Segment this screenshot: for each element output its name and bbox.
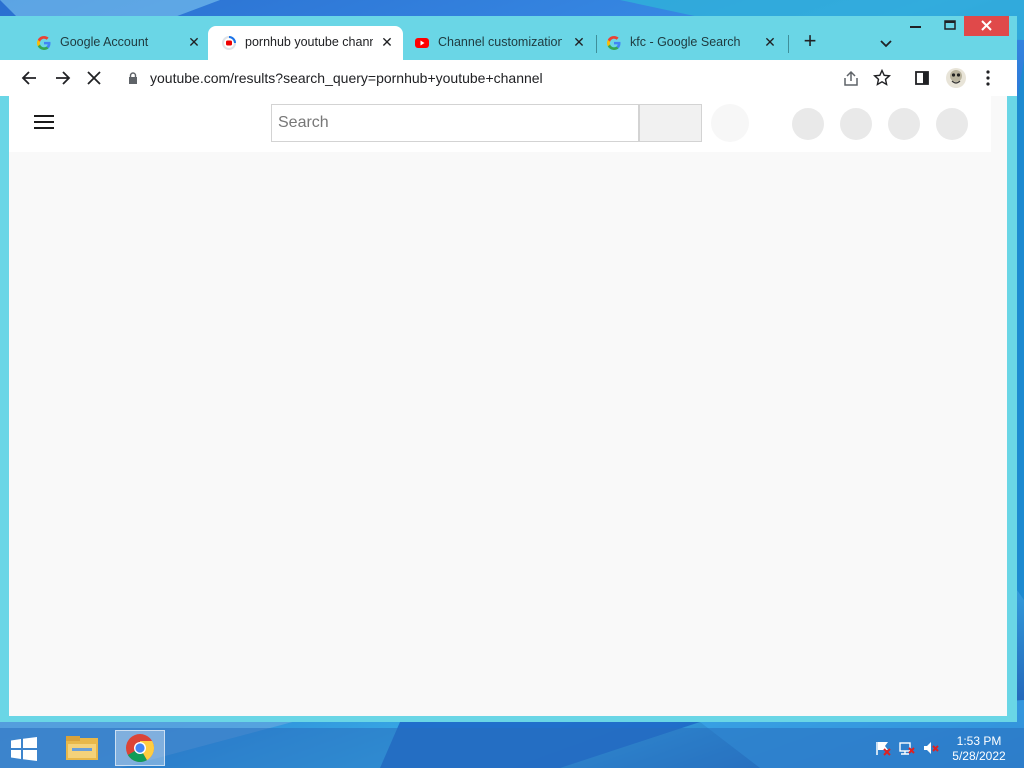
url-text: youtube.com/results?search_query=pornhub… xyxy=(150,70,543,86)
search-button[interactable] xyxy=(639,104,702,142)
action-center-flag-icon[interactable] xyxy=(874,740,892,756)
kebab-menu-icon xyxy=(986,70,990,86)
tab-title: pornhub youtube chann xyxy=(245,35,373,49)
youtube-icon xyxy=(415,38,429,48)
search-box[interactable] xyxy=(271,104,639,142)
new-tab-button[interactable]: + xyxy=(800,30,820,52)
network-icon[interactable] xyxy=(898,740,916,756)
start-button[interactable] xyxy=(10,737,38,761)
tab-separator xyxy=(788,35,789,53)
search-input[interactable] xyxy=(272,105,638,141)
star-icon[interactable] xyxy=(873,69,891,87)
voice-search-placeholder[interactable] xyxy=(711,104,749,142)
address-bar[interactable]: youtube.com/results?search_query=pornhub… xyxy=(116,63,906,93)
arrow-right-icon xyxy=(56,71,71,85)
tab-title: Channel customization xyxy=(438,35,562,49)
taskbar: 1:53 PM 5/28/2022 xyxy=(0,728,1024,768)
back-button[interactable] xyxy=(20,68,40,88)
close-tab-icon[interactable]: ✕ xyxy=(186,34,202,51)
tab-google-account[interactable]: Google Account ✕ xyxy=(8,26,208,60)
forward-button[interactable] xyxy=(52,68,72,88)
header-icon-placeholder[interactable] xyxy=(936,108,968,140)
stop-x-icon xyxy=(87,71,101,85)
profile-avatar[interactable] xyxy=(944,66,968,90)
header-icon-placeholder[interactable] xyxy=(792,108,824,140)
stop-loading-button[interactable] xyxy=(84,68,104,88)
google-g-icon xyxy=(37,36,51,50)
hamburger-menu-icon[interactable] xyxy=(34,115,54,131)
tab-channel-customization[interactable]: Channel customization ✕ xyxy=(403,26,595,60)
avatar-icon xyxy=(946,68,966,88)
close-tab-icon[interactable]: ✕ xyxy=(762,34,778,51)
windows-logo-icon xyxy=(11,737,37,761)
loading-icon xyxy=(222,36,236,50)
arrow-left-icon xyxy=(21,71,36,85)
share-icon[interactable] xyxy=(842,70,860,88)
header-icon-placeholder[interactable] xyxy=(888,108,920,140)
chrome-icon xyxy=(126,734,154,762)
tab-strip: Google Account ✕ pornhub youtube chann ✕… xyxy=(0,16,1017,60)
youtube-header xyxy=(9,96,991,152)
chevron-down-icon xyxy=(880,40,892,48)
close-tab-icon[interactable]: ✕ xyxy=(571,34,587,51)
tab-title: kfc - Google Search xyxy=(630,35,741,49)
taskbar-clock[interactable]: 1:53 PM 5/28/2022 xyxy=(944,734,1014,764)
browser-window: Google Account ✕ pornhub youtube chann ✕… xyxy=(0,16,1017,722)
chrome-taskbar-button[interactable] xyxy=(115,730,165,766)
file-explorer-button[interactable] xyxy=(58,730,108,766)
folder-icon xyxy=(66,736,98,760)
tab-search-button[interactable] xyxy=(876,33,896,53)
menu-button[interactable] xyxy=(978,68,998,88)
lock-icon xyxy=(129,72,137,84)
header-icon-placeholder[interactable] xyxy=(840,108,872,140)
side-panel-icon xyxy=(915,71,929,85)
tab-kfc-search[interactable]: kfc - Google Search ✕ xyxy=(597,26,787,60)
google-g-icon xyxy=(607,36,621,50)
side-panel-button[interactable] xyxy=(912,68,932,88)
volume-muted-icon[interactable] xyxy=(922,740,940,756)
tab-youtube-search[interactable]: pornhub youtube chann ✕ xyxy=(208,26,403,60)
browser-toolbar: youtube.com/results?search_query=pornhub… xyxy=(0,60,1017,96)
tab-title: Google Account xyxy=(60,35,149,49)
clock-date: 5/28/2022 xyxy=(952,749,1006,763)
page-viewport xyxy=(9,96,1007,716)
clock-time: 1:53 PM xyxy=(956,734,1002,748)
close-tab-icon[interactable]: ✕ xyxy=(379,34,395,51)
